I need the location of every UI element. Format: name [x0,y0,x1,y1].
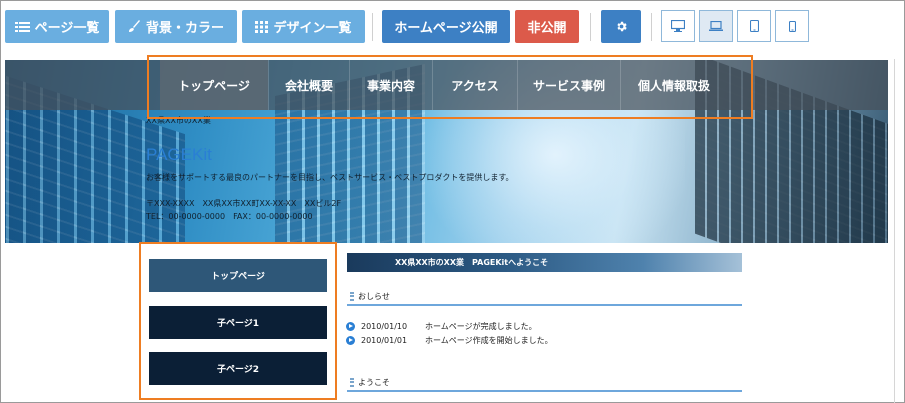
design-list-label: デザイン一覧 [273,21,352,36]
sidebar-highlight-box [139,242,337,400]
site-logo[interactable]: PAGEKit [146,145,212,165]
site-phone: TEL：00-0000-0000 FAX：00-0000-0000 [146,212,313,221]
unpublish-label: 非公開 [527,21,567,36]
scroll-track [894,59,895,403]
unpublish-button[interactable]: 非公開 [515,10,579,43]
news-date: 2010/01/10 [361,321,408,331]
list-icon [14,21,30,32]
background-color-label: 背景・カラー [145,21,224,36]
smartphone-icon [788,20,796,32]
toolbar-divider [590,13,591,41]
news-item: 2010/01/10 ホームページが完成しました。 [346,320,537,332]
arrow-bullet-icon [346,335,355,345]
design-list-button[interactable]: デザイン一覧 [242,10,365,43]
site-address: 〒XXX-XXXX XX県XX市XX町XX-XX-XX XXビル2F [146,199,342,208]
news-text[interactable]: ホームページが完成しました。 [425,321,537,332]
page-list-label: ページ一覧 [34,21,100,36]
desktop-icon [671,20,685,32]
page-title: XX県XX市のXX業 PAGEKitへようこそ [347,253,742,272]
tablet-view-button[interactable] [737,10,771,42]
toolbar-divider [372,13,373,41]
toolbar-divider [651,13,652,41]
smartphone-view-button[interactable] [775,10,809,42]
site-tagline: お客様をサポートする最良のパートナーを目指し、ベストサービス・ベストプロダクトを… [146,173,514,182]
news-heading: おしらせ [347,288,742,306]
news-item: 2010/01/01 ホームページ作成を開始しました。 [346,334,553,346]
gear-icon [616,21,627,32]
laptop-icon [709,20,723,31]
laptop-view-button[interactable] [699,10,733,42]
news-heading-label: おしらせ [358,291,390,301]
welcome-heading-label: ようこそ [358,377,390,387]
editor-frame: ページ一覧 背景・カラー デザイン一覧 ホームページ公開 非公開 トップページ … [0,0,905,403]
page-list-button[interactable]: ページ一覧 [5,10,109,43]
settings-button[interactable] [601,10,641,43]
grid-icon [255,20,269,33]
news-date: 2010/01/01 [361,335,408,345]
tablet-icon [749,20,759,32]
welcome-heading: ようこそ [347,374,742,392]
news-text[interactable]: ホームページ作成を開始しました。 [425,335,553,346]
nav-highlight-box [147,55,753,119]
page-title-text: XX県XX市のXX業 PAGEKitへようこそ [395,258,549,267]
arrow-bullet-icon [346,321,355,331]
desktop-view-button[interactable] [661,10,695,42]
background-color-button[interactable]: 背景・カラー [115,10,237,43]
publish-label: ホームページ公開 [394,21,498,36]
editor-toolbar: ページ一覧 背景・カラー デザイン一覧 ホームページ公開 非公開 [1,1,904,51]
brush-icon [128,20,140,32]
publish-button[interactable]: ホームページ公開 [382,10,510,43]
heading-marker-icon [350,377,354,387]
heading-marker-icon [350,291,354,301]
